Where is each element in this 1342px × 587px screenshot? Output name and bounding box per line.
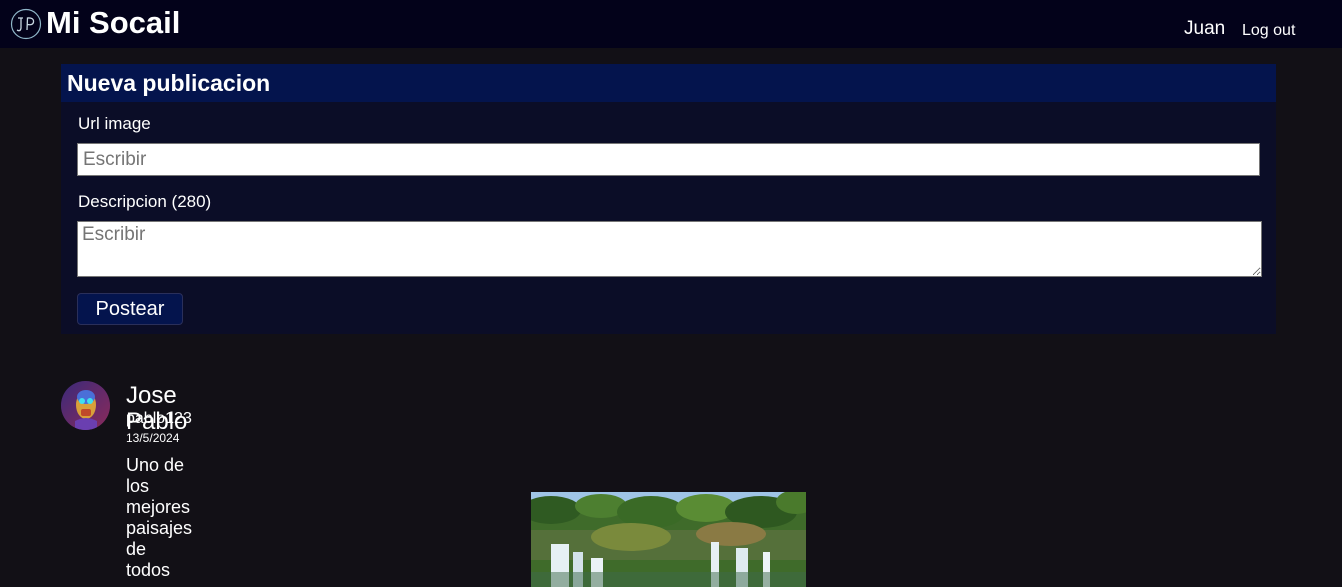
jp-logo-icon[interactable] (10, 8, 42, 40)
logout-link[interactable]: Log out (1242, 21, 1295, 40)
new-post-header: Nueva publicacion (61, 64, 1276, 102)
url-image-label: Url image (78, 114, 151, 133)
post-author-handle: pablo123 (126, 410, 192, 427)
description-textarea[interactable] (77, 221, 1262, 277)
post-date: 13/5/2024 (126, 431, 180, 445)
new-post-title: Nueva publicacion (67, 70, 271, 96)
url-image-input[interactable] (77, 143, 1260, 176)
post-button[interactable]: Postear (77, 293, 183, 325)
new-post-panel: Nueva publicacion Url image Descripcion … (61, 64, 1276, 334)
post-text: Uno de los mejores paisajes de todos (126, 455, 193, 580)
navbar: Mi Socail Juan Log out (0, 0, 1342, 48)
description-label: Descripcion (280) (78, 192, 212, 211)
brand-title[interactable]: Mi Socail (46, 6, 180, 40)
post-image-waterfall[interactable] (531, 492, 806, 587)
robot-avatar-icon[interactable] (61, 381, 110, 430)
nav-user-link[interactable]: Juan (1184, 18, 1225, 40)
